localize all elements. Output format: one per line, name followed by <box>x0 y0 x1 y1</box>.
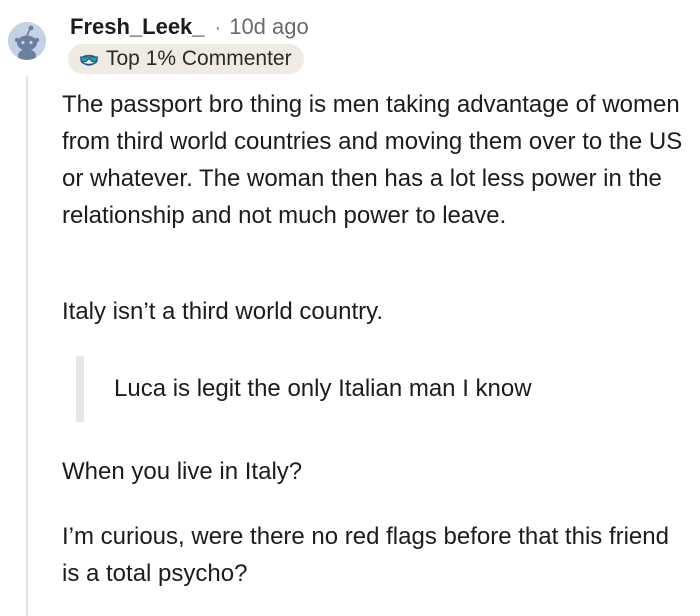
comment: Fresh_Leek_ · 10d ago Top 1% Commenter T… <box>0 0 700 616</box>
comment-paragraph: Italy isn’t a third world country. <box>62 298 384 325</box>
comment-paragraph: I’m curious, were there no red flags bef… <box>62 523 669 587</box>
sunglasses-face-icon <box>78 48 100 70</box>
blockquote-bar <box>76 356 84 422</box>
flair-label: Top 1% Commenter <box>106 47 292 70</box>
blockquote-text: Luca is legit the only Italian man I kno… <box>114 375 532 402</box>
comment-paragraph: The passport bro thing is men taking adv… <box>62 91 683 229</box>
meta-separator: · <box>214 17 222 39</box>
snoo-avatar-icon[interactable] <box>8 22 46 60</box>
username-link[interactable]: Fresh_Leek_ <box>70 14 205 40</box>
timestamp[interactable]: 10d ago <box>229 14 309 40</box>
thread-line[interactable] <box>26 76 28 616</box>
comment-paragraph: When you live in Italy? <box>62 458 303 485</box>
blockquote: Luca is legit the only Italian man I kno… <box>76 356 676 422</box>
comment-meta: Fresh_Leek_ · 10d ago <box>70 14 309 40</box>
user-flair-badge: Top 1% Commenter <box>68 44 304 74</box>
